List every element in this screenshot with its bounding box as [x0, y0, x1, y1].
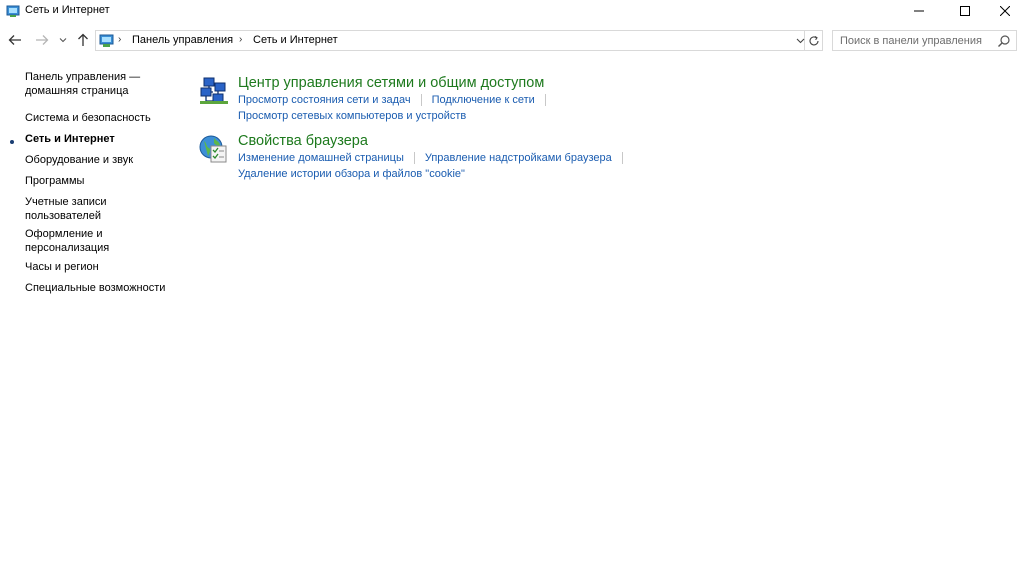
sidebar-item-appearance[interactable]: Оформление и персонализация [25, 227, 135, 255]
breadcrumb-network-internet[interactable]: Сеть и Интернет [253, 34, 338, 46]
breadcrumb-control-panel[interactable]: Панель управления [132, 34, 233, 46]
task-view-network-status[interactable]: Просмотр состояния сети и задач [238, 94, 411, 106]
search-input[interactable] [833, 31, 993, 50]
sidebar-item-accessibility[interactable]: Специальные возможности [25, 281, 175, 295]
sidebar-item-clock-region[interactable]: Часы и регион [25, 260, 175, 274]
search-box[interactable] [832, 30, 1017, 51]
control-panel-icon [99, 34, 114, 47]
task-manage-addons[interactable]: Управление надстройками браузера [425, 152, 612, 164]
task-row: Изменение домашней страницы Управление н… [238, 152, 633, 164]
navigation-bar: › Панель управления › Сеть и Интернет [0, 28, 1024, 54]
breadcrumb-separator-icon[interactable]: › [239, 34, 242, 45]
task-view-network-computers[interactable]: Просмотр сетевых компьютеров и устройств [238, 110, 466, 122]
browser-properties-icon[interactable] [198, 133, 230, 165]
divider [420, 94, 422, 106]
close-button[interactable] [982, 0, 1024, 22]
chevron-down-icon [59, 38, 67, 43]
back-button[interactable] [6, 30, 24, 50]
task-row: Просмотр состояния сети и задач Подключе… [238, 94, 556, 106]
network-center-icon[interactable] [198, 75, 230, 107]
chevron-down-icon [796, 38, 804, 43]
sidebar-item-system-security[interactable]: Система и безопасность [25, 111, 175, 125]
address-bar[interactable]: › Панель управления › Сеть и Интернет [95, 30, 805, 51]
arrow-up-icon [78, 33, 88, 46]
minimize-button[interactable] [896, 0, 942, 22]
forward-button[interactable] [33, 30, 51, 50]
recent-locations-button[interactable] [57, 30, 69, 50]
task-delete-browsing-history[interactable]: Удаление истории обзора и файлов "cookie… [238, 168, 465, 180]
window-title: Сеть и Интернет [25, 4, 110, 16]
up-button[interactable] [74, 30, 92, 50]
divider [544, 94, 546, 106]
search-icon[interactable] [997, 34, 1011, 48]
sidebar-item-hardware-sound[interactable]: Оборудование и звук [25, 153, 175, 167]
arrow-right-icon [36, 35, 49, 45]
sidebar-item-programs[interactable]: Программы [25, 174, 175, 188]
task-change-home-page[interactable]: Изменение домашней страницы [238, 152, 404, 164]
arrow-left-icon [8, 35, 21, 45]
title-bar: Сеть и Интернет [0, 0, 1024, 22]
maximize-icon [960, 6, 970, 16]
close-icon [1000, 6, 1010, 16]
minimize-icon [914, 10, 924, 12]
divider [413, 152, 415, 164]
control-panel-icon [6, 5, 20, 17]
task-row: Удаление истории обзора и файлов "cookie… [238, 168, 465, 180]
divider [621, 152, 623, 164]
task-row: Просмотр сетевых компьютеров и устройств [238, 110, 466, 122]
task-connect-to-network[interactable]: Подключение к сети [432, 94, 535, 106]
active-bullet-icon [10, 140, 14, 144]
sidebar-item-user-accounts[interactable]: Учетные записи пользователей [25, 195, 115, 223]
sidebar-item-network-internet[interactable]: Сеть и Интернет [25, 132, 175, 146]
refresh-button[interactable] [805, 30, 823, 51]
category-title-network-center[interactable]: Центр управления сетями и общим доступом [238, 75, 544, 91]
sidebar-item-control-panel-home[interactable]: Панель управления — домашняя страница [25, 70, 175, 98]
refresh-icon [809, 35, 819, 45]
breadcrumb-separator-icon[interactable]: › [118, 34, 121, 45]
category-title-browser-properties[interactable]: Свойства браузера [238, 133, 368, 149]
